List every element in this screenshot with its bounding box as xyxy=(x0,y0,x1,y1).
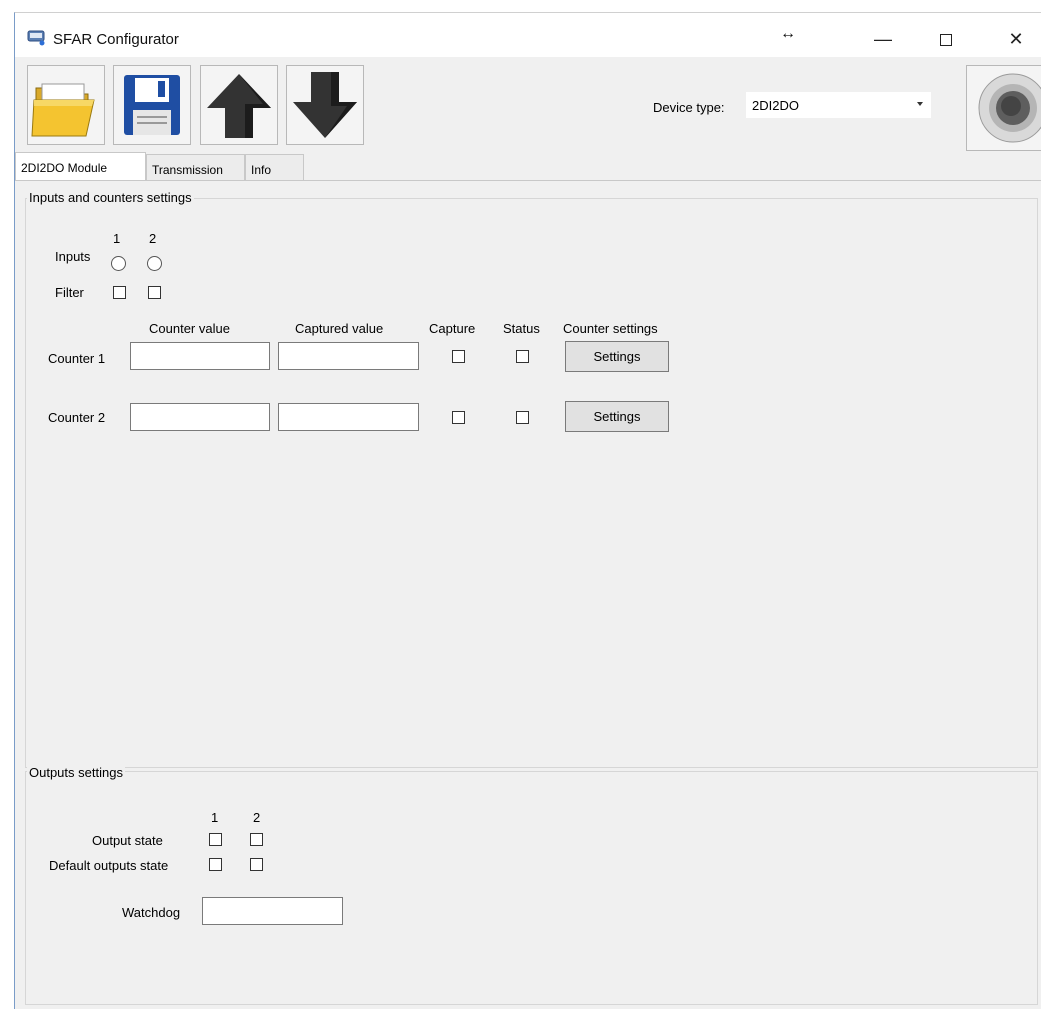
output-state-label: Output state xyxy=(92,833,163,848)
input-2-indicator xyxy=(147,256,162,271)
counter-1-value-field[interactable] xyxy=(130,342,270,370)
save-button[interactable] xyxy=(113,65,191,145)
folder-open-icon xyxy=(31,83,95,137)
device-type-label: Device type: xyxy=(653,100,725,115)
counter-settings-header: Counter settings xyxy=(563,321,658,336)
counter-1-capture-checkbox[interactable] xyxy=(452,350,465,363)
counter-1-label: Counter 1 xyxy=(48,351,106,366)
open-file-button[interactable] xyxy=(27,65,105,145)
close-button[interactable]: ✕ xyxy=(993,25,1039,53)
tab-info[interactable]: Info xyxy=(245,154,304,180)
filter-1-checkbox[interactable] xyxy=(113,286,126,299)
output-1-state-checkbox[interactable] xyxy=(209,833,222,846)
capture-header: Capture xyxy=(429,321,476,336)
output-2-state-checkbox[interactable] xyxy=(250,833,263,846)
counter-1-captured-field[interactable] xyxy=(278,342,419,370)
device-type-select[interactable]: 2DI2DO xyxy=(746,92,931,118)
filter-2-checkbox[interactable] xyxy=(148,286,161,299)
app-logo-icon xyxy=(27,30,45,46)
upload-button[interactable] xyxy=(200,65,278,145)
default-outputs-state-label: Default outputs state xyxy=(49,858,169,873)
filter-label: Filter xyxy=(55,285,84,300)
watchdog-field[interactable] xyxy=(202,897,343,925)
input-channel-2-header: 2 xyxy=(149,231,157,246)
device-type-value: 2DI2DO xyxy=(752,98,799,113)
resize-icon[interactable]: ↔ xyxy=(780,25,796,43)
download-button[interactable] xyxy=(286,65,364,145)
maximize-button[interactable] xyxy=(923,25,969,53)
output-channel-1-header: 1 xyxy=(211,810,219,825)
output-channel-2-header: 2 xyxy=(253,810,261,825)
maximize-icon xyxy=(940,34,952,47)
counter-2-label: Counter 2 xyxy=(48,410,106,425)
tab-transmission[interactable]: Transmission xyxy=(146,154,245,180)
status-header: Status xyxy=(503,321,540,336)
counter-1-settings-button[interactable]: Settings xyxy=(565,341,669,372)
counter-value-header: Counter value xyxy=(149,321,230,336)
watchdog-label: Watchdog xyxy=(122,905,181,920)
arrow-up-icon xyxy=(207,74,271,138)
minimize-button[interactable]: — xyxy=(860,25,906,53)
connect-button[interactable] xyxy=(966,65,1041,151)
outputs-group-title: Outputs settings xyxy=(27,765,125,780)
inputs-group-title: Inputs and counters settings xyxy=(27,190,194,205)
input-1-indicator xyxy=(111,256,126,271)
counter-2-captured-field[interactable] xyxy=(278,403,419,431)
input-channel-1-header: 1 xyxy=(113,231,121,246)
default-output-1-checkbox[interactable] xyxy=(209,858,222,871)
counter-2-value-field[interactable] xyxy=(130,403,270,431)
arrow-down-icon xyxy=(293,72,357,138)
outputs-group xyxy=(25,771,1038,1005)
floppy-save-icon xyxy=(124,75,180,135)
tab-strip-border xyxy=(15,180,1041,181)
inputs-counters-group xyxy=(25,198,1038,768)
window-title: SFAR Configurator xyxy=(53,31,179,48)
counter-2-settings-button[interactable]: Settings xyxy=(565,401,669,432)
tab-2di2do-module[interactable]: 2DI2DO Module xyxy=(15,152,146,180)
title-bar[interactable]: SFAR Configurator ↔ — ✕ xyxy=(15,13,1041,57)
captured-value-header: Captured value xyxy=(295,321,384,336)
default-output-2-checkbox[interactable] xyxy=(250,858,263,871)
chevron-down-icon xyxy=(917,102,923,106)
app-window: SFAR Configurator ↔ — ✕ Device type: 2DI… xyxy=(14,12,1041,1009)
counter-2-capture-checkbox[interactable] xyxy=(452,411,465,424)
connect-dial-icon xyxy=(978,73,1041,143)
counter-2-status-checkbox[interactable] xyxy=(516,411,529,424)
counter-1-status-checkbox[interactable] xyxy=(516,350,529,363)
inputs-label: Inputs xyxy=(55,249,91,264)
